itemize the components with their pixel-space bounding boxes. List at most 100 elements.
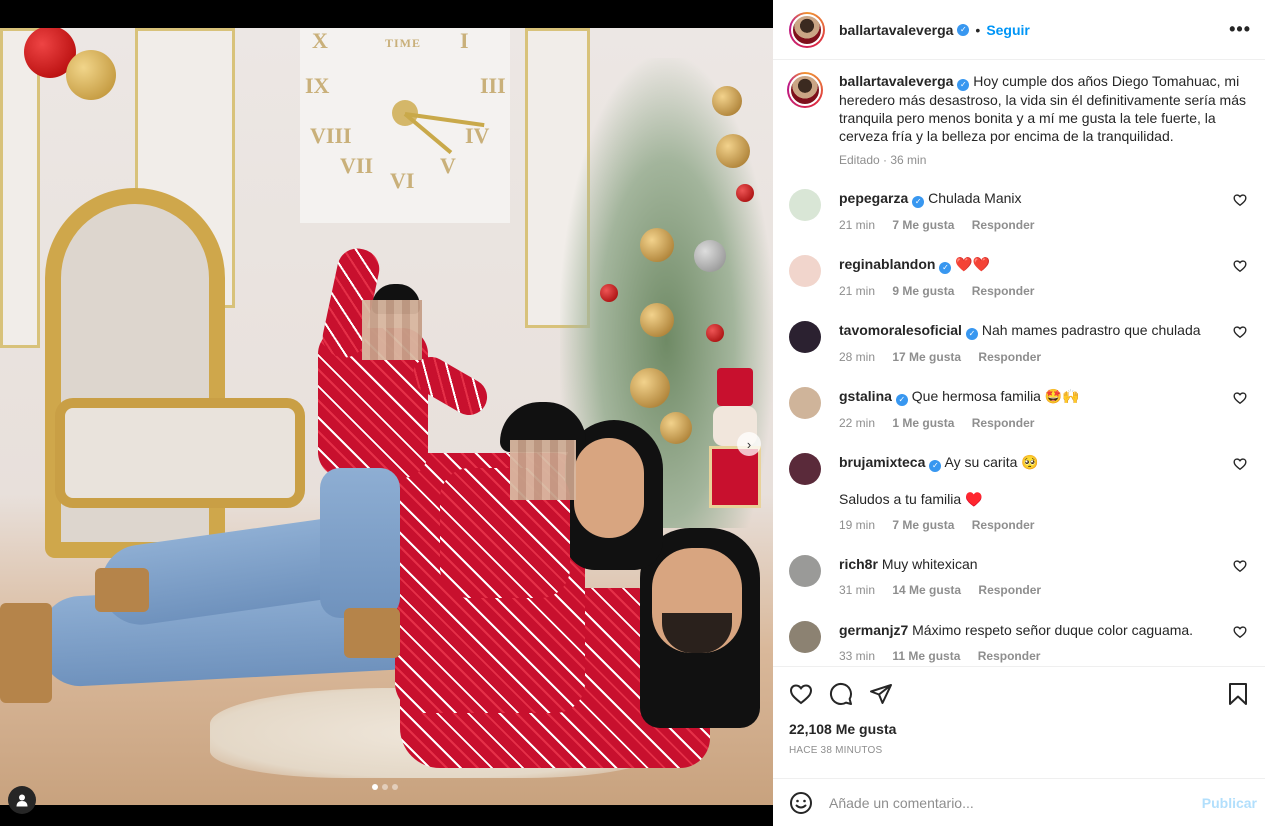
comment-meta: 28 min 17 Me gusta Responder bbox=[839, 350, 1249, 364]
comment-time[interactable]: 22 min bbox=[839, 416, 875, 430]
comment-item: brujamixteca ✓ Ay su carita 🥺 Saludos a t… bbox=[789, 453, 1249, 555]
more-options-icon[interactable]: ••• bbox=[1229, 19, 1251, 40]
comment-likes[interactable]: 14 Me gusta bbox=[892, 583, 961, 597]
commenter-username[interactable]: reginablandon bbox=[839, 256, 935, 272]
comment-time[interactable]: 21 min bbox=[839, 284, 875, 298]
commenter-username[interactable]: pepegarza bbox=[839, 190, 908, 206]
person-woman-face bbox=[574, 438, 644, 538]
heart-icon[interactable] bbox=[1233, 193, 1247, 207]
boot bbox=[95, 568, 149, 612]
verified-badge-icon: ✓ bbox=[929, 460, 942, 472]
post-actions: 22,108 Me gusta HACE 38 MINUTOS bbox=[773, 666, 1265, 778]
post-timestamp[interactable]: HACE 38 MINUTOS bbox=[789, 745, 1249, 756]
comment-meta: 22 min 1 Me gusta Responder bbox=[839, 416, 1249, 430]
reply-button[interactable]: Responder bbox=[978, 350, 1041, 364]
comment-meta: 31 min 14 Me gusta Responder bbox=[839, 583, 1249, 597]
heart-icon[interactable] bbox=[789, 682, 813, 706]
ornament bbox=[66, 50, 116, 100]
comment-likes[interactable]: 7 Me gusta bbox=[892, 518, 954, 532]
reply-button[interactable]: Responder bbox=[978, 583, 1041, 597]
ornament bbox=[694, 240, 726, 272]
comment-time[interactable]: 31 min bbox=[839, 583, 875, 597]
comment-icon[interactable] bbox=[829, 682, 853, 706]
comment-meta: 21 min 7 Me gusta Responder bbox=[839, 218, 1249, 232]
paper-plane-icon[interactable] bbox=[869, 682, 893, 706]
clock-numeral: VI bbox=[390, 168, 415, 193]
header-separator: • bbox=[975, 21, 981, 38]
commenter-avatar[interactable] bbox=[789, 189, 821, 221]
bookmark-icon[interactable] bbox=[1227, 682, 1249, 706]
post-modal: TIME X I IX III VIII VII VI V IV › balla… bbox=[0, 0, 1265, 826]
verified-badge-icon: ✓ bbox=[939, 262, 952, 274]
tagged-users-button[interactable] bbox=[8, 786, 36, 814]
commenter-avatar[interactable] bbox=[789, 453, 821, 485]
commenter-username[interactable]: gstalina bbox=[839, 388, 892, 404]
publish-button[interactable]: Publicar bbox=[1202, 795, 1257, 811]
nutcracker-body bbox=[709, 446, 761, 508]
commenter-username[interactable]: tavomoralesoficial bbox=[839, 322, 962, 338]
comment-time[interactable]: 33 min bbox=[839, 649, 875, 663]
author-avatar[interactable] bbox=[787, 72, 823, 108]
smiley-icon[interactable] bbox=[789, 791, 813, 815]
reply-button[interactable]: Responder bbox=[972, 518, 1035, 532]
reply-button[interactable]: Responder bbox=[972, 416, 1035, 430]
clock-numeral: VIII bbox=[310, 123, 352, 148]
comment-meta: 33 min 11 Me gusta Responder bbox=[839, 649, 1249, 663]
commenter-username[interactable]: germanjz7 bbox=[839, 622, 908, 638]
commenter-avatar[interactable] bbox=[789, 621, 821, 653]
boot bbox=[0, 603, 52, 703]
comment-likes[interactable]: 17 Me gusta bbox=[892, 350, 961, 364]
blurred-face bbox=[362, 300, 422, 360]
heart-icon[interactable] bbox=[1233, 457, 1247, 471]
reply-button[interactable]: Responder bbox=[972, 218, 1035, 232]
post-photo[interactable]: TIME X I IX III VIII VII VI V IV › bbox=[0, 28, 773, 805]
likes-count[interactable]: 22,108 Me gusta bbox=[789, 721, 1249, 737]
chevron-right-icon: › bbox=[746, 436, 752, 452]
carousel-indicator bbox=[372, 784, 398, 790]
comment-likes[interactable]: 1 Me gusta bbox=[892, 416, 954, 430]
comment-likes[interactable]: 9 Me gusta bbox=[892, 284, 954, 298]
reply-button[interactable]: Responder bbox=[978, 649, 1041, 663]
person-toddler-legs bbox=[320, 468, 400, 618]
comment-meta: 21 min 9 Me gusta Responder bbox=[839, 284, 1249, 298]
author-avatar[interactable] bbox=[789, 11, 825, 48]
user-tag-icon bbox=[16, 794, 28, 807]
comment-likes[interactable]: 7 Me gusta bbox=[892, 218, 954, 232]
comments-list[interactable]: ballartavaleverga ✓ Hoy cumple dos años D… bbox=[773, 60, 1265, 666]
heart-icon[interactable] bbox=[1233, 391, 1247, 405]
commenter-avatar[interactable] bbox=[789, 321, 821, 353]
next-image-button[interactable]: › bbox=[737, 432, 761, 456]
ornament bbox=[712, 86, 742, 116]
comment-container: pepegarza ✓ Chulada Manix 21 min 7 Me gus… bbox=[789, 189, 1249, 666]
comment-time[interactable]: 19 min bbox=[839, 518, 875, 532]
action-row bbox=[789, 681, 1249, 707]
clock-numeral: I bbox=[460, 28, 469, 53]
throne-chair bbox=[45, 188, 305, 568]
heart-icon[interactable] bbox=[1233, 259, 1247, 273]
caption-username[interactable]: ballartavaleverga bbox=[839, 73, 953, 89]
commenter-avatar[interactable] bbox=[789, 387, 821, 419]
commenter-username[interactable]: rich8r bbox=[839, 556, 878, 572]
commenter-username[interactable]: brujamixteca bbox=[839, 454, 925, 470]
clock-numeral: III bbox=[480, 73, 506, 98]
heart-icon[interactable] bbox=[1233, 625, 1247, 639]
ornament bbox=[600, 284, 618, 302]
reply-button[interactable]: Responder bbox=[972, 284, 1035, 298]
comment-likes[interactable]: 11 Me gusta bbox=[892, 649, 960, 663]
follow-button[interactable]: Seguir bbox=[986, 22, 1030, 38]
commenter-avatar[interactable] bbox=[789, 555, 821, 587]
comment-time[interactable]: 21 min bbox=[839, 218, 875, 232]
heart-icon[interactable] bbox=[1233, 325, 1247, 339]
comment-time[interactable]: 28 min bbox=[839, 350, 875, 364]
comment-text: Que hermosa familia 🤩🙌 bbox=[911, 388, 1080, 404]
clock-numeral: X bbox=[312, 28, 328, 53]
author-username[interactable]: ballartavaleverga bbox=[839, 22, 953, 38]
comment-text: Máximo respeto señor duque color caguama… bbox=[912, 622, 1194, 638]
comment-item: pepegarza ✓ Chulada Manix 21 min 7 Me gus… bbox=[789, 189, 1249, 255]
verified-badge-icon: ✓ bbox=[957, 23, 970, 36]
commenter-avatar[interactable] bbox=[789, 255, 821, 287]
comment-text-line2: Saludos a tu familia ♥️ bbox=[839, 491, 983, 507]
comment-input[interactable] bbox=[829, 794, 1202, 811]
heart-icon[interactable] bbox=[1233, 559, 1247, 573]
ornament bbox=[640, 303, 674, 337]
